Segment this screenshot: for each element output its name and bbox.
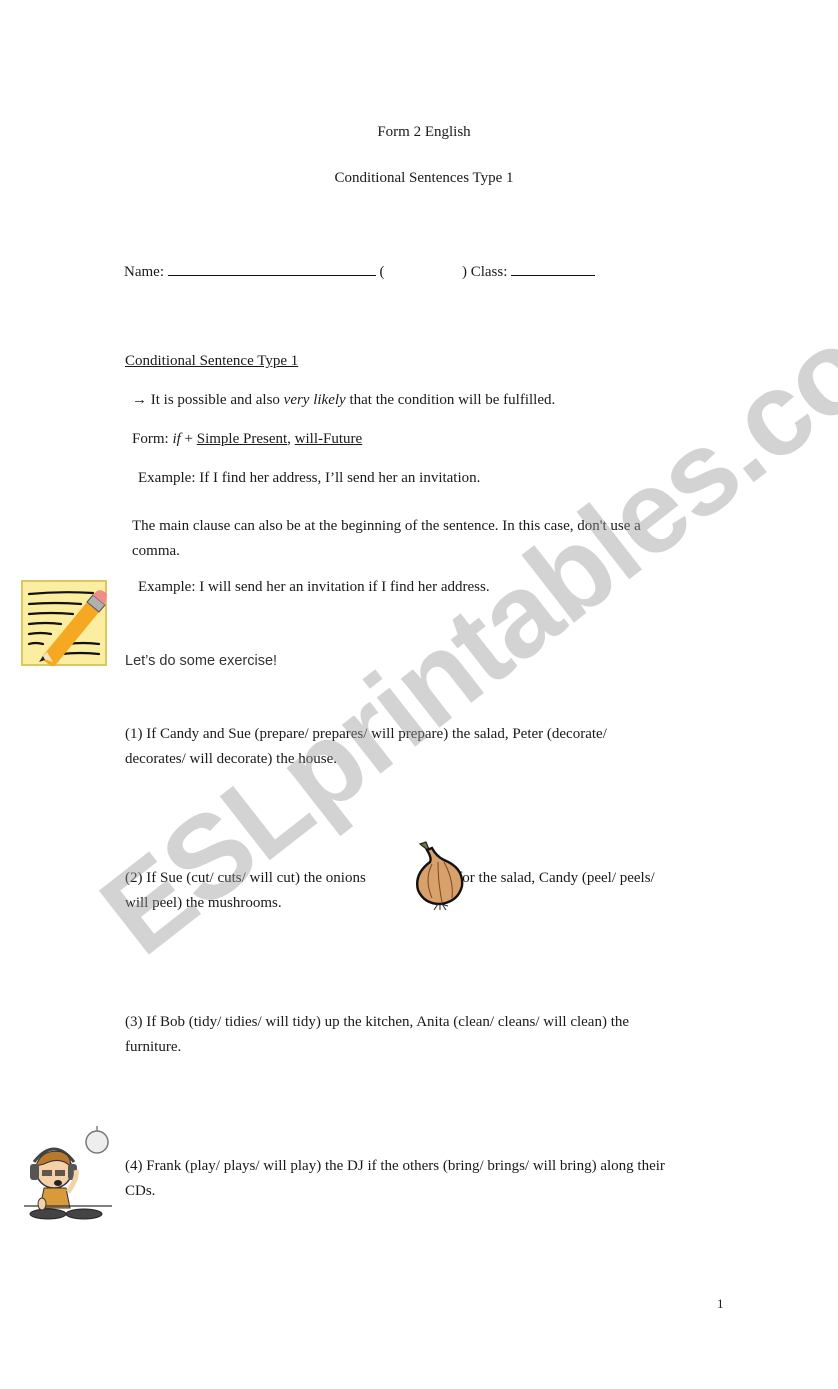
likelihood-note: → It is possible and also very likely th… [132, 392, 555, 409]
note-text: It is possible and also [150, 392, 284, 408]
exercise-item-1-line-1: (1) If Candy and Sue (prepare/ prepares/… [125, 726, 607, 742]
form-will-future: will-Future [294, 431, 363, 447]
form-if: if [172, 431, 181, 447]
course-title: Form 2 English [377, 124, 471, 140]
example-2: Example: I will send her an invitation i… [138, 579, 490, 595]
note-text-end: that the condition will be fulfilled. [345, 392, 556, 408]
example-1: Example: If I find her address, I’ll sen… [138, 470, 481, 486]
worksheet-title: Conditional Sentences Type 1 [334, 170, 514, 186]
student-info-row: Name: ( ) Class: [124, 262, 596, 281]
main-clause-line-1: The main clause can also be at the begin… [132, 518, 641, 534]
form-plus: + [180, 431, 197, 447]
class-label: ) Class: [461, 264, 508, 280]
open-paren: ( [379, 264, 385, 280]
exercise-item-2-line-2: will peel) the mushrooms. [125, 895, 282, 911]
page-number: 1 [717, 1296, 724, 1311]
section-heading: Conditional Sentence Type 1 [125, 353, 299, 369]
form-label: Form: [132, 431, 173, 447]
form-comma: , [287, 431, 295, 447]
dj-boy-icon [22, 1126, 114, 1222]
exercise-item-4-line-2: CDs. [125, 1183, 156, 1199]
name-blank[interactable] [167, 262, 376, 276]
exercise-item-2-line-1b: for the salad, Candy (peel/ peels/ [457, 870, 655, 886]
form-simple-present: Simple Present [196, 431, 288, 447]
onion-icon [412, 840, 466, 911]
exercise-item-2-line-1a: (2) If Sue (cut/ cuts/ will cut) the oni… [125, 870, 366, 886]
form-rule: Form: if + Simple Present, will-Future [132, 431, 362, 448]
name-label: Name: [124, 264, 164, 280]
main-clause-line-2: comma. [132, 543, 180, 559]
exercise-item-4-line-1: (4) Frank (play/ plays/ will play) the D… [125, 1158, 665, 1174]
exercise-item-1-line-2: decorates/ will decorate) the house. [125, 751, 337, 767]
note-emphasis: very likely [283, 392, 346, 408]
exercise-item-3-line-2: furniture. [125, 1039, 182, 1055]
main-clause-note: The main clause can also be at the begin… [132, 514, 641, 564]
notepad-pencil-icon [21, 580, 107, 668]
exercise-item-3: (3) If Bob (tidy/ tidies/ will tidy) up … [125, 1010, 629, 1060]
exercise-item-4: (4) Frank (play/ plays/ will play) the D… [125, 1154, 665, 1204]
class-blank[interactable] [511, 262, 596, 276]
arrow-icon: → [132, 392, 147, 408]
exercise-item-2: (2) If Sue (cut/ cuts/ will cut) the oni… [125, 866, 655, 916]
exercise-item-1: (1) If Candy and Sue (prepare/ prepares/… [125, 722, 607, 772]
exercise-intro: Let’s do some exercise! [125, 653, 278, 669]
exercise-item-3-line-1: (3) If Bob (tidy/ tidies/ will tidy) up … [125, 1014, 630, 1030]
class-number-blank[interactable] [388, 263, 458, 276]
